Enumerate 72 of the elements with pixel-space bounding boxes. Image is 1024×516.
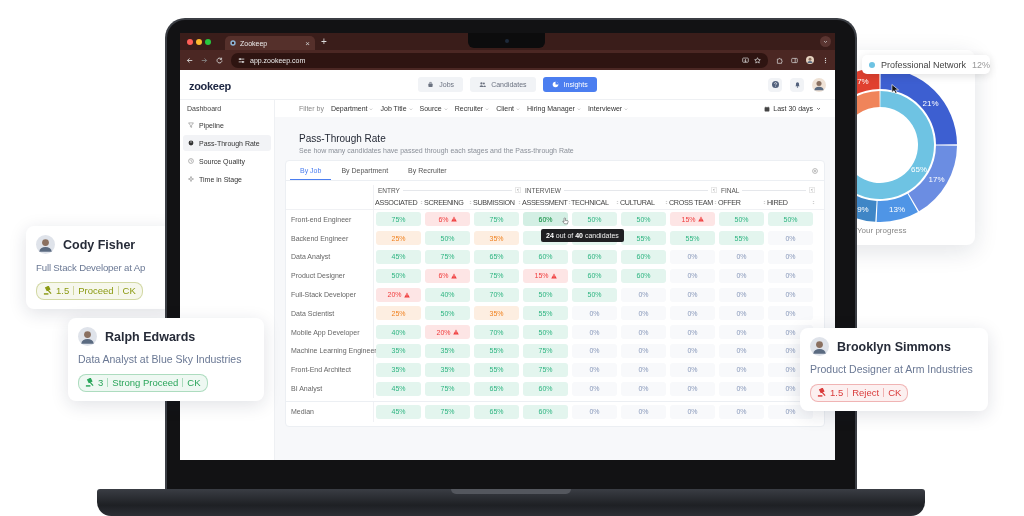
verdict-text: Strong Proceed [112,377,179,388]
briefcase-icon [427,81,435,88]
segment-label: 13% [889,204,906,214]
segment-label: 7% [857,77,869,87]
verdict-text: Reject [852,387,880,398]
warning-icon [450,216,457,223]
sparkle-icon [188,176,194,182]
clock-icon [188,158,194,164]
score-text: 3 [98,377,104,388]
site-settings-icon[interactable] [238,56,245,64]
pie-chart-icon [188,140,194,146]
avatar [36,235,55,254]
funnel-icon [188,122,194,128]
collapse-icon[interactable] [711,187,717,193]
close-window-icon[interactable] [187,38,193,45]
verdict-text: Proceed [78,285,114,296]
candidate-name: Ralph Edwards [105,329,196,344]
score-text: 1.5 [56,285,70,296]
bell-icon [793,81,801,88]
back-arrow-icon[interactable] [186,56,193,64]
initials-text: CK [187,377,201,388]
star-icon[interactable] [754,56,761,64]
segment-label: 21% [922,98,939,108]
warning-icon [452,329,459,336]
reload-icon[interactable] [216,56,223,64]
minimize-window-icon[interactable] [196,38,202,45]
pie-chart-icon [551,81,559,88]
help-icon [771,81,779,88]
new-tab-button[interactable]: + [321,36,327,47]
tooltip-label: Professional Network [881,59,967,70]
maximize-window-icon[interactable] [205,38,211,45]
calendar-icon [764,105,771,112]
initials-text: CK [122,285,136,296]
help-button[interactable] [768,77,782,92]
avatar [810,337,829,356]
side-panel-icon[interactable] [791,56,798,64]
tooltip-value: 12% [972,59,991,70]
tab-close-button[interactable]: × [305,38,310,48]
chart-caption: Your progress [857,226,907,235]
forward-arrow-icon[interactable] [201,56,208,64]
profile-avatar [806,56,814,64]
segment-label: 65% [911,165,927,175]
user-avatar [812,77,826,92]
notifications-button[interactable] [790,77,804,92]
segment-label: 17% [928,175,945,184]
candidate-role: Data Analyst at Blue Sky Industries [78,353,243,366]
initials-text: CK [888,387,902,398]
settings-icon[interactable] [812,167,818,174]
warning-icon [697,216,704,223]
candidate-role: Product Designer at Arm Industries [810,363,974,376]
globe-icon [230,40,236,46]
segment-label: 9% [857,204,869,214]
candidate-role: Full Stack Developer at Ap [36,261,147,274]
collapse-icon[interactable] [809,187,815,193]
warning-icon [403,291,410,298]
pointer-icon [891,83,900,95]
candidate-name: Cody Fisher [63,237,136,252]
people-icon [479,81,487,88]
warning-icon [550,272,557,279]
candidate-name: Brooklyn Simmons [837,339,951,354]
install-icon[interactable] [742,56,749,64]
collapse-icon[interactable] [515,187,521,193]
avatar [78,327,97,346]
app-logo: zookeep [189,79,231,92]
chevron-down-icon[interactable] [816,106,821,111]
legend-dot-icon [869,61,875,68]
more-options-icon[interactable] [822,56,829,64]
warning-icon [450,272,457,279]
hand-pointer-icon [562,217,569,225]
page-title: Pass-Through Rate [299,133,387,145]
puzzle-icon[interactable] [776,56,783,64]
score-text: 1.5 [830,387,844,398]
